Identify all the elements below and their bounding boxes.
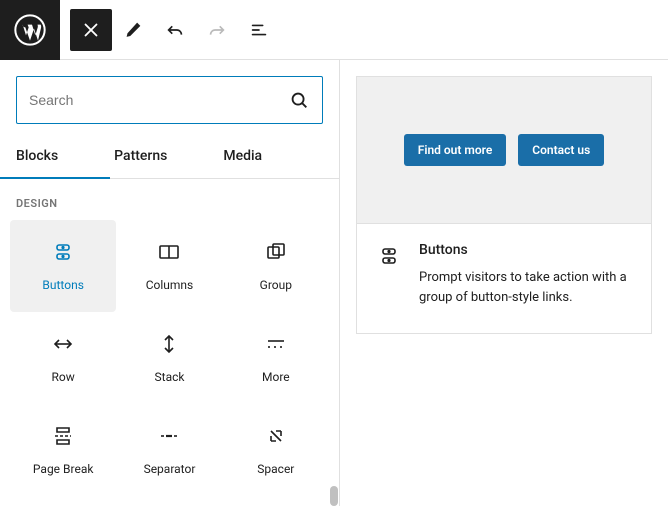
preview-button-2: Contact us (518, 134, 604, 166)
block-grid: Buttons Columns Group Row Stack More (0, 220, 339, 506)
row-icon (51, 332, 75, 356)
block-title: Buttons (419, 242, 631, 258)
block-info: Buttons Prompt visitors to take action w… (356, 224, 652, 334)
block-description: Prompt visitors to take action with a gr… (419, 268, 631, 307)
preview-panel: Find out more Contact us Buttons Prompt … (340, 60, 668, 506)
group-icon (264, 240, 288, 264)
block-row[interactable]: Row (10, 312, 116, 404)
block-label: Row (52, 370, 75, 384)
block-label: More (262, 370, 290, 384)
undo-button[interactable] (154, 9, 196, 51)
more-icon (264, 332, 288, 356)
toggle-inserter-button[interactable] (70, 9, 112, 51)
wordpress-logo[interactable] (0, 0, 60, 60)
buttons-icon (51, 240, 75, 264)
block-inserter-panel: Blocks Patterns Media DESIGN Buttons Col… (0, 60, 340, 506)
tab-media[interactable]: Media (223, 136, 280, 178)
block-buttons[interactable]: Buttons (10, 220, 116, 312)
block-stack[interactable]: Stack (116, 312, 222, 404)
block-columns[interactable]: Columns (116, 220, 222, 312)
topbar-tools (60, 9, 280, 51)
block-label: Page Break (33, 462, 94, 476)
block-spacer[interactable]: Spacer (223, 404, 329, 496)
stack-icon (157, 332, 181, 356)
redo-button[interactable] (196, 9, 238, 51)
block-label: Group (260, 278, 292, 292)
block-label: Spacer (257, 462, 294, 476)
search-input[interactable] (29, 92, 288, 108)
block-label: Separator (144, 462, 196, 476)
search-box (16, 76, 323, 124)
edit-tool-button[interactable] (112, 9, 154, 51)
block-label: Stack (155, 370, 185, 384)
section-label-design: DESIGN (0, 179, 339, 220)
columns-icon (157, 240, 181, 264)
scrollbar[interactable] (330, 486, 338, 506)
block-label: Buttons (42, 278, 84, 292)
block-group[interactable]: Group (223, 220, 329, 312)
spacer-icon (264, 424, 288, 448)
buttons-icon (377, 244, 401, 268)
page-break-icon (51, 424, 75, 448)
block-preview-canvas: Find out more Contact us (356, 76, 652, 224)
block-more[interactable]: More (223, 312, 329, 404)
inserter-tabs: Blocks Patterns Media (0, 136, 339, 179)
block-page-break[interactable]: Page Break (10, 404, 116, 496)
editor-topbar (0, 0, 668, 60)
preview-button-1: Find out more (404, 134, 507, 166)
search-icon (288, 89, 310, 111)
main-area: Blocks Patterns Media DESIGN Buttons Col… (0, 60, 668, 506)
tab-patterns[interactable]: Patterns (114, 136, 185, 178)
block-separator[interactable]: Separator (116, 404, 222, 496)
tab-blocks[interactable]: Blocks (16, 136, 76, 178)
document-overview-button[interactable] (238, 9, 280, 51)
separator-icon (157, 424, 181, 448)
block-label: Columns (146, 278, 194, 292)
